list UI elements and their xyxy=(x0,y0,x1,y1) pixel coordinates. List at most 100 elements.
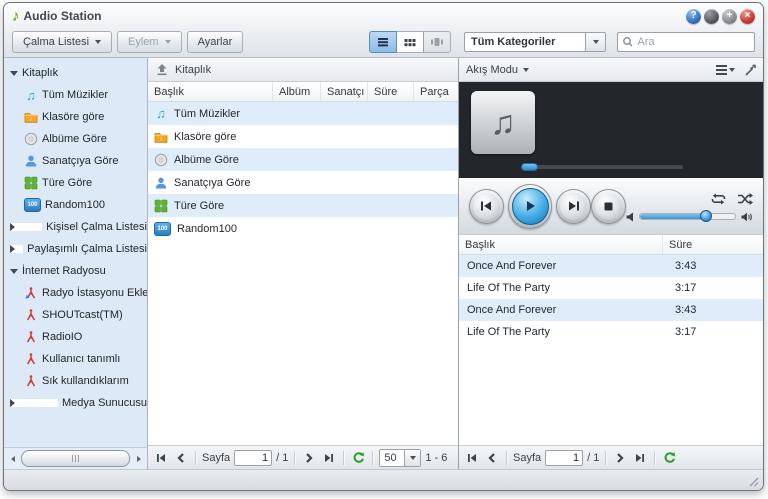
sidebar-item-sik-kullandiklarim[interactable]: Sık kullandıklarım xyxy=(4,370,147,392)
sidebar-item-klasore-gore[interactable]: ♪ Klasöre göre xyxy=(4,106,147,128)
shuffle-icon[interactable] xyxy=(737,193,753,205)
panel-menu-button[interactable] xyxy=(716,65,735,75)
library-panel-header: Kitaplık xyxy=(148,58,458,82)
table-row-random100[interactable]: 100 Random100 xyxy=(148,217,458,240)
refresh-button[interactable] xyxy=(661,450,677,466)
sidebar-item-paylasimli-calma-listesi[interactable]: Paylaşımlı Çalma Listesi xyxy=(4,238,147,260)
sidebar-item-label: Kişisel Çalma Listesi xyxy=(46,221,147,233)
close-icon: × xyxy=(745,11,751,21)
playlist-button[interactable]: Çalma Listesi xyxy=(12,31,112,53)
window-title: Audio Station xyxy=(24,9,102,23)
volume-slider[interactable] xyxy=(639,213,736,220)
table-row-ture-gore[interactable]: Türe Göre xyxy=(148,194,458,217)
coverflow-view-button[interactable] xyxy=(424,31,451,53)
unpin-panel-icon[interactable] xyxy=(743,64,756,76)
track-title: Once And Forever xyxy=(459,304,669,316)
page-number-input[interactable] xyxy=(234,450,272,466)
track-duration: 3:43 xyxy=(669,304,763,316)
previous-page-button[interactable] xyxy=(173,450,189,466)
queue-row[interactable]: Life Of The Party 3:17 xyxy=(459,277,763,299)
page-size-dropdown[interactable]: 50 xyxy=(379,449,421,467)
column-baslik[interactable]: Başlık xyxy=(148,82,273,101)
previous-page-button[interactable] xyxy=(484,450,500,466)
sidebar-item-medya-sunucusu[interactable]: Medya Sunucusu xyxy=(4,392,147,414)
next-icon xyxy=(567,200,581,212)
settings-button[interactable]: Ayarlar xyxy=(187,31,244,53)
minimize-button[interactable] xyxy=(704,9,719,24)
previous-track-button[interactable] xyxy=(469,189,504,224)
random100-icon: 100 xyxy=(24,198,41,212)
sidebar-item-internet-radyosu[interactable]: İnternet Radyosu xyxy=(4,260,147,282)
volume-handle[interactable] xyxy=(700,210,712,222)
sidebar-item-kitaplik[interactable]: Kitaplık xyxy=(4,62,147,84)
queue-rows: Once And Forever 3:43 Life Of The Party … xyxy=(459,255,763,445)
volume-down-icon[interactable] xyxy=(626,212,634,222)
seek-bar[interactable] xyxy=(521,165,683,169)
help-button[interactable]: ? xyxy=(686,9,701,24)
sidebar-item-label: SHOUTcast(TM) xyxy=(42,309,123,321)
seek-handle[interactable] xyxy=(521,163,538,171)
queue-row[interactable]: Once And Forever 3:43 xyxy=(459,299,763,321)
grid-view-button[interactable] xyxy=(397,31,424,53)
row-title: Sanatçıya Göre xyxy=(174,177,250,189)
stream-mode-dropdown[interactable]: Akış Modu xyxy=(466,64,529,76)
scroll-right-button[interactable] xyxy=(131,451,146,466)
queue-row[interactable]: Life Of The Party 3:17 xyxy=(459,321,763,343)
list-view-button[interactable] xyxy=(369,31,397,53)
scrollbar-thumb[interactable] xyxy=(21,450,130,467)
volume-up-icon[interactable] xyxy=(741,212,753,222)
sidebar-item-random100[interactable]: 100 Random100 xyxy=(4,194,147,216)
sidebar-item-tum-muzikler[interactable]: ♫ Tüm Müzikler xyxy=(4,84,147,106)
close-button[interactable]: × xyxy=(740,9,755,24)
chevron-down-icon xyxy=(523,68,529,72)
column-album[interactable]: Albüm xyxy=(273,82,321,101)
action-button[interactable]: Eylem xyxy=(117,31,182,53)
maximize-icon: + xyxy=(727,11,733,21)
column-sure[interactable]: Süre xyxy=(368,82,414,101)
sidebar-item-kullanici-tanimli[interactable]: Kullanıcı tanımlı xyxy=(4,348,147,370)
maximize-button[interactable]: + xyxy=(722,9,737,24)
sidebar-item-ture-gore[interactable]: Türe Göre xyxy=(4,172,147,194)
sidebar-item-radioio[interactable]: RadioIO xyxy=(4,326,147,348)
sidebar-item-kisisel-calma-listesi[interactable]: Kişisel Çalma Listesi xyxy=(4,216,147,238)
grip-line xyxy=(72,455,73,462)
queue-column-sure[interactable]: Süre xyxy=(663,235,763,254)
coverflow-view-icon xyxy=(430,37,444,47)
sidebar-horizontal-scrollbar[interactable] xyxy=(4,447,147,469)
track-title: Once And Forever xyxy=(459,260,669,272)
next-track-button[interactable] xyxy=(556,189,591,224)
resize-handle[interactable] xyxy=(749,477,759,487)
first-page-button[interactable] xyxy=(464,450,480,466)
search-input[interactable] xyxy=(635,35,750,49)
sidebar-item-label: Sanatçıya Göre xyxy=(42,155,118,167)
sidebar-item-sanatciya-gore[interactable]: Sanatçıya Göre xyxy=(4,150,147,172)
first-page-button[interactable] xyxy=(153,450,169,466)
title-bar: ♪ Audio Station ? + × xyxy=(4,3,763,27)
column-parca[interactable]: Parça xyxy=(414,82,458,101)
stop-button[interactable] xyxy=(591,189,626,224)
scroll-left-button[interactable] xyxy=(5,451,20,466)
play-button[interactable] xyxy=(508,184,553,229)
next-page-button[interactable] xyxy=(612,450,628,466)
view-toggle-group xyxy=(369,31,451,53)
table-row-klasore-gore[interactable]: ♪ Klasöre göre xyxy=(148,125,458,148)
last-page-button[interactable] xyxy=(321,450,337,466)
page-number-input[interactable] xyxy=(545,450,583,466)
table-row-albume-gore[interactable]: Albüme Göre xyxy=(148,148,458,171)
queue-row[interactable]: Once And Forever 3:43 xyxy=(459,255,763,277)
sidebar-item-label: Kullanıcı tanımlı xyxy=(42,353,120,365)
repeat-icon[interactable] xyxy=(710,193,727,205)
sidebar-item-albume-gore[interactable]: Albüme Göre xyxy=(4,128,147,150)
level-up-icon[interactable] xyxy=(155,63,169,76)
next-page-button[interactable] xyxy=(301,450,317,466)
table-row-sanatciya-gore[interactable]: Sanatçıya Göre xyxy=(148,171,458,194)
category-dropdown[interactable]: Tüm Kategoriler xyxy=(464,32,606,52)
column-sanatci[interactable]: Sanatçı xyxy=(321,82,368,101)
last-page-button[interactable] xyxy=(632,450,648,466)
help-icon: ? xyxy=(690,11,696,21)
sidebar-item-shoutcast[interactable]: SHOUTcast(TM) xyxy=(4,304,147,326)
refresh-button[interactable] xyxy=(350,450,366,466)
table-row-tum-muzikler[interactable]: ♫ Tüm Müzikler xyxy=(148,102,458,125)
sidebar-item-radyo-istasyonu-ekle[interactable]: Radyo İstasyonu Ekle xyxy=(4,282,147,304)
queue-column-baslik[interactable]: Başlık xyxy=(459,235,663,254)
